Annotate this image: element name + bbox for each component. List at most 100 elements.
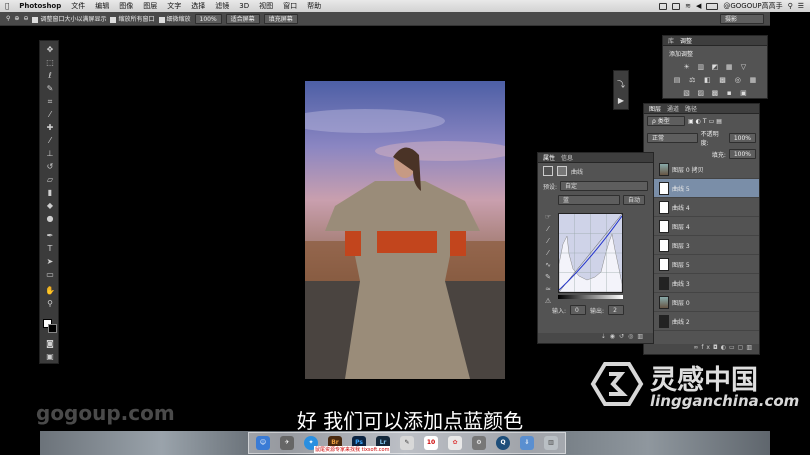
mask-toggle-icon[interactable]: [557, 166, 567, 176]
list-icon[interactable]: ☰: [798, 2, 804, 10]
notes-icon[interactable]: ✎: [400, 436, 414, 450]
layer-row[interactable]: 图层 4: [644, 217, 759, 236]
downloads-icon[interactable]: ⇩: [520, 436, 534, 450]
zoom-100-button[interactable]: 100%: [194, 13, 222, 24]
photo-filter-icon[interactable]: ▩: [717, 76, 729, 84]
reset-icon[interactable]: ↺: [619, 333, 628, 340]
workspace-select[interactable]: 摄影: [720, 13, 764, 24]
layer-row[interactable]: 图层 3: [644, 236, 759, 255]
opacity-field[interactable]: 100%: [728, 133, 756, 143]
layer-row[interactable]: ◉曲线 5: [644, 179, 759, 198]
healing-brush-icon[interactable]: ✚: [45, 123, 55, 133]
layer-row[interactable]: ◉图层 0: [644, 293, 759, 312]
vibrance-icon[interactable]: ▽: [738, 63, 749, 71]
background-color-swatch[interactable]: [48, 324, 57, 333]
menu-image[interactable]: 图像: [114, 1, 138, 11]
zoom-all-checkbox[interactable]: 缩放所有窗口: [110, 14, 155, 23]
layer-row[interactable]: 图层 0 拷贝: [644, 160, 759, 179]
fill-field[interactable]: 100%: [728, 149, 756, 159]
quick-mask-icon[interactable]: ◙: [45, 339, 55, 349]
delete-icon[interactable]: ▥: [637, 333, 647, 340]
menu-filter[interactable]: 滤镜: [210, 1, 234, 11]
preset-select[interactable]: 自定: [560, 181, 648, 191]
adjustment-layer-icon[interactable]: ◐: [721, 344, 729, 351]
smooth-icon[interactable]: ≈: [542, 283, 554, 295]
eraser-tool-icon[interactable]: ▱: [45, 175, 55, 185]
pencil-draw-icon[interactable]: ✎: [542, 271, 554, 283]
blur-tool-icon[interactable]: ◆: [45, 201, 55, 211]
system-preferences-icon[interactable]: ⚙: [472, 436, 486, 450]
tab-adjustments[interactable]: 调整: [680, 36, 692, 45]
hue-saturation-icon[interactable]: ▤: [671, 76, 683, 84]
scrubby-zoom-checkbox[interactable]: 细微缩放: [158, 14, 191, 23]
color-balance-icon[interactable]: ⚖: [686, 76, 698, 84]
calendar-icon[interactable]: 10: [424, 436, 438, 450]
mask-icon[interactable]: ◘: [713, 344, 721, 351]
battery-icon[interactable]: [706, 2, 719, 10]
shape-tool-icon[interactable]: ▭: [45, 270, 55, 280]
blend-mode-select[interactable]: 正常: [647, 133, 698, 143]
output-field[interactable]: 2: [608, 305, 625, 315]
zoom-in-icon[interactable]: ⊕: [14, 15, 19, 22]
wifi-icon[interactable]: ≋: [685, 2, 691, 10]
tab-info[interactable]: 信息: [561, 153, 573, 162]
fill-screen-button[interactable]: 填充屏幕: [263, 13, 298, 24]
move-tool-icon[interactable]: ✥: [45, 45, 55, 55]
finder-icon[interactable]: ☺: [256, 436, 270, 450]
trash-icon[interactable]: ▥: [746, 344, 755, 351]
volume-icon[interactable]: ◀: [696, 2, 701, 10]
selective-color-icon[interactable]: ▪: [724, 89, 735, 97]
brightness-icon[interactable]: ☀: [681, 63, 692, 71]
history-brush-icon[interactable]: ↺: [45, 162, 55, 172]
menu-layer[interactable]: 图层: [138, 1, 162, 11]
black-white-icon[interactable]: ◧: [701, 76, 713, 84]
filter-icons[interactable]: ▣◐T▭▤: [688, 118, 724, 125]
channel-mixer-icon[interactable]: ◎: [732, 76, 744, 84]
zoom-out-icon[interactable]: ⊖: [23, 15, 28, 22]
dodge-tool-icon[interactable]: ●: [45, 214, 55, 224]
resize-windows-checkbox[interactable]: 调整窗口大小以满屏显示: [32, 14, 106, 23]
quicktime-icon[interactable]: Q: [496, 436, 510, 450]
tab-layers[interactable]: 图层: [649, 104, 661, 113]
menu-edit[interactable]: 编辑: [90, 1, 114, 11]
tab-properties[interactable]: 属性: [543, 153, 555, 162]
gray-point-eyedropper-icon[interactable]: ⁄: [542, 235, 554, 247]
screen-mode-icon[interactable]: ▣: [45, 352, 55, 362]
fx-icon[interactable]: fx: [701, 344, 713, 351]
view-previous-icon[interactable]: ◉: [610, 333, 619, 340]
menu-window[interactable]: 窗口: [278, 1, 302, 11]
group-icon[interactable]: ▭: [729, 344, 738, 351]
lasso-tool-icon[interactable]: ℓ: [45, 71, 55, 81]
gradient-map-icon[interactable]: ▣: [738, 89, 749, 97]
layer-row[interactable]: 图层 5: [644, 255, 759, 274]
posterize-icon[interactable]: ▨: [695, 89, 706, 97]
curves-graph[interactable]: [558, 213, 623, 293]
hand-tool-icon[interactable]: ✋: [45, 286, 55, 296]
crop-tool-icon[interactable]: ⌗: [45, 97, 55, 107]
threshold-icon[interactable]: ▩: [709, 89, 720, 97]
actions-icon[interactable]: ▶: [614, 96, 628, 105]
curves-icon[interactable]: ◩: [709, 63, 720, 71]
trash-icon[interactable]: ▥: [544, 436, 558, 450]
eyedropper-icon[interactable]: ⁄: [45, 110, 55, 120]
zoom-tool-icon[interactable]: ⚲: [6, 15, 10, 22]
tab-libraries[interactable]: 库: [668, 36, 674, 45]
black-point-eyedropper-icon[interactable]: ⁄: [542, 223, 554, 235]
canvas-photo[interactable]: [305, 81, 505, 379]
quick-select-icon[interactable]: ✎: [45, 84, 55, 94]
layer-row[interactable]: ◉曲线 2: [644, 312, 759, 331]
stamp-tool-icon[interactable]: ⊥: [45, 149, 55, 159]
visibility-icon[interactable]: ◎: [628, 333, 637, 340]
levels-icon[interactable]: ▥: [695, 63, 706, 71]
app-menu[interactable]: Photoshop: [14, 2, 66, 10]
target-adjust-icon[interactable]: ☞: [542, 211, 554, 223]
search-icon[interactable]: ⚲: [788, 2, 793, 10]
menu-view[interactable]: 视图: [254, 1, 278, 11]
status-box-icon[interactable]: [659, 2, 668, 10]
auto-button[interactable]: 自动: [623, 195, 646, 205]
user-name[interactable]: @GOGOUP高高手: [723, 1, 782, 11]
history-icon[interactable]: ⤵: [614, 79, 628, 90]
invert-icon[interactable]: ▧: [681, 89, 692, 97]
launchpad-icon[interactable]: ✈: [280, 436, 294, 450]
white-point-eyedropper-icon[interactable]: ⁄: [542, 247, 554, 259]
